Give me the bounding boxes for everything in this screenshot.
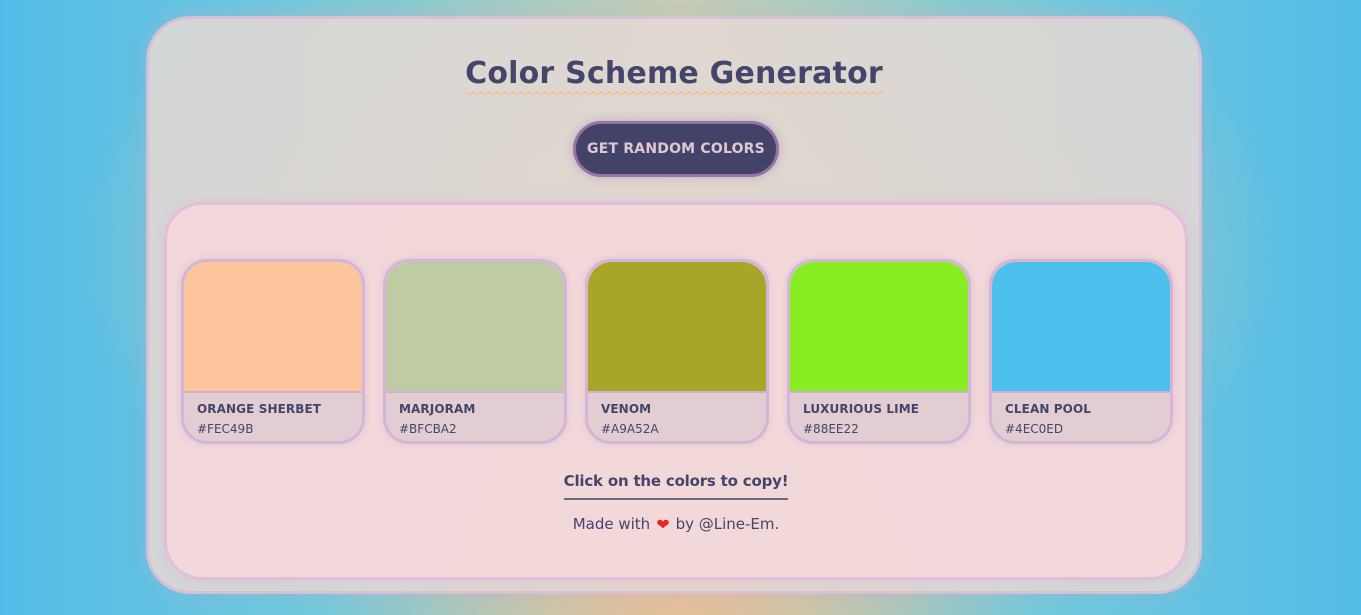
swatch-color-block[interactable] <box>184 262 362 391</box>
swatch-hex-code: #A9A52A <box>601 422 659 436</box>
palette-panel: ORANGE SHERBET #FEC49B MARJORAM #BFCBA2 … <box>164 202 1188 580</box>
color-swatch-marjoram[interactable]: MARJORAM #BFCBA2 <box>383 259 567 444</box>
swatch-color-block[interactable] <box>992 262 1170 391</box>
swatch-color-name: LUXURIOUS LIME <box>803 402 920 416</box>
swatch-color-block[interactable] <box>588 262 766 391</box>
swatch-color-name: VENOM <box>601 402 652 416</box>
copy-hint: Click on the colors to copy! <box>167 471 1185 500</box>
color-swatch-luxurious-lime[interactable]: LUXURIOUS LIME #88EE22 <box>787 259 971 444</box>
color-swatch-orange-sherbet[interactable]: ORANGE SHERBET #FEC49B <box>181 259 365 444</box>
heart-icon: ❤ <box>656 515 670 534</box>
color-swatch-venom[interactable]: VENOM #A9A52A <box>585 259 769 444</box>
main-card: Color Scheme Generator GET RANDOM COLORS… <box>146 16 1202 594</box>
footer-credit: Made with ❤ by @Line-Em. <box>167 515 1185 534</box>
page-title-text: Color Scheme Generator <box>465 56 883 96</box>
swatch-color-name: CLEAN POOL <box>1005 402 1092 416</box>
swatch-color-block[interactable] <box>790 262 968 391</box>
swatch-hex-code: #88EE22 <box>803 422 859 436</box>
color-swatch-clean-pool[interactable]: CLEAN POOL #4EC0ED <box>989 259 1173 444</box>
swatch-list: ORANGE SHERBET #FEC49B MARJORAM #BFCBA2 … <box>181 259 1173 444</box>
page-title: Color Scheme Generator <box>149 56 1199 96</box>
swatch-color-name: MARJORAM <box>399 402 476 416</box>
swatch-color-block[interactable] <box>386 262 564 391</box>
swatch-hex-code: #BFCBA2 <box>399 422 457 436</box>
footer-suffix: by @Line-Em. <box>675 515 780 533</box>
swatch-color-name: ORANGE SHERBET <box>197 402 322 416</box>
footer-prefix: Made with <box>572 515 651 533</box>
copy-hint-text: Click on the colors to copy! <box>563 472 789 500</box>
swatch-hex-code: #4EC0ED <box>1005 422 1064 436</box>
swatch-hex-code: #FEC49B <box>197 422 254 436</box>
get-random-colors-button[interactable]: GET RANDOM COLORS <box>573 121 779 177</box>
